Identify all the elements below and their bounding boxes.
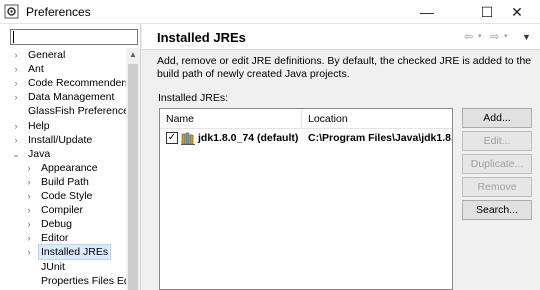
chevron-right-icon[interactable]: › — [24, 203, 34, 217]
chevron-right-icon[interactable]: › — [11, 90, 21, 104]
duplicate-button[interactable]: Duplicate... — [462, 154, 532, 174]
tree-item-label: Java — [28, 147, 51, 160]
column-header-location[interactable]: Location — [302, 109, 452, 129]
preferences-tree: › General › Ant › Code Recommenders › Data Mana… — [0, 48, 126, 290]
tree-item-label: Editor — [41, 232, 69, 245]
page-title: Installed JREs — [157, 30, 246, 45]
installed-jres-label: Installed JREs: — [158, 92, 229, 104]
table-row[interactable]: ✓ jdk1.8.0_74 (default) C:\Program Files… — [160, 130, 452, 147]
tree-item-label: Code Recommenders — [28, 77, 126, 90]
tree-item[interactable]: GlassFish Preferences — [0, 104, 126, 118]
forward-dropdown-icon[interactable]: ▾ — [504, 30, 508, 44]
tree-item-label: Build Path — [41, 175, 89, 188]
tree-item-label: JUnit — [41, 260, 65, 273]
tree-item[interactable]: › Debug — [0, 217, 126, 231]
forward-arrow-icon[interactable]: ⇨ — [490, 30, 499, 44]
tree-item-label: Installed JREs — [37, 244, 112, 261]
tree-item[interactable]: › Install/Update — [0, 133, 126, 147]
tree-item-label: Appearance — [41, 161, 98, 174]
tree-item-label: Compiler — [41, 204, 84, 217]
chevron-right-icon — [24, 274, 34, 288]
default-jre-checkbox[interactable]: ✓ — [166, 132, 178, 144]
tree-item[interactable]: › Ant — [0, 62, 126, 76]
jre-location-cell: C:\Program Files\Java\jdk1.8.0_74 — [308, 132, 452, 144]
back-dropdown-icon[interactable]: ▾ — [478, 30, 482, 44]
page-description: Add, remove or edit JRE definitions. By … — [157, 55, 532, 80]
tree-item[interactable]: Properties Files Edito — [0, 274, 126, 288]
search-button[interactable]: Search... — [462, 200, 532, 220]
tree-item[interactable]: › Code Recommenders — [0, 76, 127, 90]
chevron-right-icon[interactable]: › — [24, 175, 34, 189]
tree-item-label: Properties Files Edito — [41, 274, 126, 287]
preference-page: Installed JREs ⇦ ▾ ⇨ ▾ ▼ Add, remove or … — [142, 24, 540, 290]
tree-item[interactable]: › Editor — [0, 231, 126, 245]
chevron-right-icon[interactable]: › — [11, 76, 21, 90]
tree-item-label: Ant — [28, 63, 44, 76]
text-caret — [13, 31, 14, 43]
tree-item[interactable]: › Compiler — [0, 203, 126, 217]
column-header-name[interactable]: Name — [160, 109, 302, 129]
window-title: Preferences — [26, 5, 91, 19]
scroll-thumb[interactable] — [128, 64, 138, 290]
close-button[interactable]: ✕ — [494, 0, 540, 24]
edit-button[interactable]: Edit... — [462, 131, 532, 151]
page-header: Installed JREs ⇦ ▾ ⇨ ▾ ▼ — [142, 24, 540, 50]
remove-button[interactable]: Remove — [462, 177, 532, 197]
minimize-button[interactable]: — — [404, 0, 450, 24]
tree-item[interactable]: ⌄ Java — [0, 147, 126, 161]
tree-item-label: Code Style — [41, 190, 93, 202]
tree-item[interactable]: › General — [0, 48, 126, 62]
chevron-right-icon[interactable]: › — [24, 231, 34, 245]
chevron-right-icon — [24, 260, 34, 274]
chevron-right-icon[interactable]: › — [24, 189, 34, 203]
chevron-right-icon[interactable]: › — [11, 119, 21, 133]
tree-item-label: General — [28, 49, 66, 61]
tree-item[interactable]: JUnit — [0, 260, 126, 274]
chevron-right-icon[interactable]: › — [24, 217, 34, 231]
tree-item-label: Data Management — [28, 91, 115, 104]
tree-item[interactable]: › Help — [0, 119, 126, 133]
tree-item-label: GlassFish Preferences — [28, 105, 126, 118]
view-menu-icon[interactable]: ▼ — [522, 30, 531, 44]
tree-item[interactable]: › Installed JREs — [0, 244, 126, 261]
tree-scrollbar[interactable]: ▲ — [126, 48, 140, 290]
chevron-right-icon[interactable]: › — [11, 62, 21, 76]
chevron-right-icon[interactable]: › — [24, 245, 34, 259]
chevron-down-icon[interactable]: ⌄ — [11, 147, 21, 161]
preferences-icon — [4, 4, 19, 19]
filter-input[interactable] — [10, 29, 138, 45]
add-button[interactable]: Add... — [462, 108, 532, 128]
tree-item[interactable]: › Appearance — [0, 161, 126, 175]
window-title-bar: Preferences — ☐ ✕ — [0, 0, 540, 24]
jre-library-icon — [181, 132, 195, 145]
scroll-up-arrow-icon[interactable]: ▲ — [126, 48, 140, 62]
preferences-tree-pane: › General › Ant › Code Recommenders › Data Mana… — [0, 24, 141, 290]
tree-item-label: Help — [28, 119, 50, 132]
tree-item[interactable]: › Code Style — [0, 189, 126, 203]
chevron-right-icon — [11, 104, 21, 118]
jre-table: Name Location ✓ jdk1.8.0_74 (default) C:… — [159, 108, 453, 290]
tree-item-label: Install/Update — [28, 133, 93, 146]
tree-item[interactable]: › Data Management — [0, 90, 126, 104]
tree-item[interactable]: › Build Path — [0, 175, 126, 189]
jre-name-cell: jdk1.8.0_74 (default) — [198, 132, 299, 144]
chevron-right-icon[interactable]: › — [24, 161, 34, 175]
back-arrow-icon[interactable]: ⇦ — [464, 30, 473, 44]
chevron-right-icon[interactable]: › — [11, 133, 21, 147]
chevron-right-icon[interactable]: › — [11, 48, 21, 62]
tree-item-label: Debug — [41, 218, 72, 231]
